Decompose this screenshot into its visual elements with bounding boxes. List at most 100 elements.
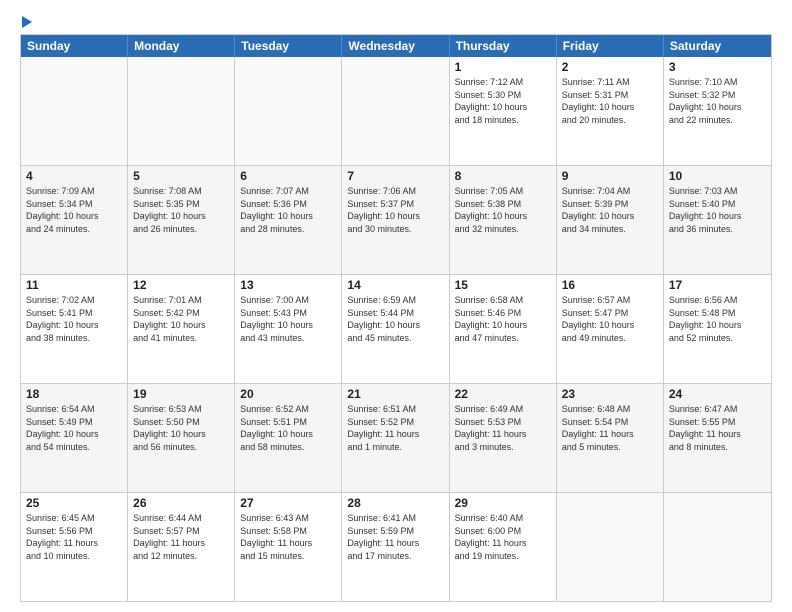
day-number: 7: [347, 169, 443, 183]
day-info: Sunrise: 6:59 AMSunset: 5:44 PMDaylight:…: [347, 294, 443, 344]
calendar-week-1: 1 Sunrise: 7:12 AMSunset: 5:30 PMDaylight…: [21, 57, 771, 165]
calendar-day-16: 16Sunrise: 6:57 AMSunset: 5:47 PMDayligh…: [557, 275, 664, 383]
day-number: 25: [26, 496, 122, 510]
header-cell-friday: Friday: [557, 35, 664, 57]
day-number: 19: [133, 387, 229, 401]
calendar-day-22: 22 Sunrise: 6:49 AMSunset: 5:53 PMDayligh…: [450, 384, 557, 492]
calendar-day-27: 27 Sunrise: 6:43 AMSunset: 5:58 PMDayligh…: [235, 493, 342, 601]
day-info: Sunrise: 7:09 AMSunset: 5:34 PMDaylight:…: [26, 185, 122, 235]
day-number: 5: [133, 169, 229, 183]
day-number: 27: [240, 496, 336, 510]
calendar-day-18: 18 Sunrise: 6:54 AMSunset: 5:49 PMDayligh…: [21, 384, 128, 492]
page: SundayMondayTuesdayWednesdayThursdayFrid…: [0, 0, 792, 612]
day-info: Sunrise: 6:41 AMSunset: 5:59 PMDaylight:…: [347, 512, 443, 562]
day-info: Sunrise: 7:06 AMSunset: 5:37 PMDaylight:…: [347, 185, 443, 235]
calendar-day-25: 25 Sunrise: 6:45 AMSunset: 5:56 PMDayligh…: [21, 493, 128, 601]
day-info: Sunrise: 7:00 AMSunset: 5:43 PMDaylight:…: [240, 294, 336, 344]
day-info: Sunrise: 7:07 AMSunset: 5:36 PMDaylight:…: [240, 185, 336, 235]
calendar-day-28: 28 Sunrise: 6:41 AMSunset: 5:59 PMDayligh…: [342, 493, 449, 601]
day-info: Sunrise: 7:03 AMSunset: 5:40 PMDaylight:…: [669, 185, 766, 235]
day-number: 12: [133, 278, 229, 292]
day-info: Sunrise: 7:01 AMSunset: 5:42 PMDaylight:…: [133, 294, 229, 344]
calendar-day-13: 13 Sunrise: 7:00 AMSunset: 5:43 PMDayligh…: [235, 275, 342, 383]
day-info: Sunrise: 7:04 AMSunset: 5:39 PMDaylight:…: [562, 185, 658, 235]
calendar-empty-cell: [557, 493, 664, 601]
day-info: Sunrise: 6:56 AMSunset: 5:48 PMDaylight:…: [669, 294, 766, 344]
header-cell-monday: Monday: [128, 35, 235, 57]
day-number: 6: [240, 169, 336, 183]
logo: [20, 16, 32, 28]
calendar-day-15: 15 Sunrise: 6:58 AMSunset: 5:46 PMDayligh…: [450, 275, 557, 383]
calendar-body: 1 Sunrise: 7:12 AMSunset: 5:30 PMDaylight…: [21, 57, 771, 601]
day-number: 23: [562, 387, 658, 401]
day-number: 4: [26, 169, 122, 183]
day-info: Sunrise: 6:43 AMSunset: 5:58 PMDaylight:…: [240, 512, 336, 562]
day-info: Sunrise: 6:54 AMSunset: 5:49 PMDaylight:…: [26, 403, 122, 453]
calendar-day-19: 19 Sunrise: 6:53 AMSunset: 5:50 PMDayligh…: [128, 384, 235, 492]
header-cell-wednesday: Wednesday: [342, 35, 449, 57]
logo-arrow-icon: [22, 16, 32, 28]
day-info: Sunrise: 6:47 AMSunset: 5:55 PMDaylight:…: [669, 403, 766, 453]
day-number: 17: [669, 278, 766, 292]
calendar-day-14: 14 Sunrise: 6:59 AMSunset: 5:44 PMDayligh…: [342, 275, 449, 383]
day-info: Sunrise: 6:48 AMSunset: 5:54 PMDaylight:…: [562, 403, 658, 453]
calendar-empty-cell: [235, 57, 342, 165]
calendar-day-4: 4 Sunrise: 7:09 AMSunset: 5:34 PMDaylight…: [21, 166, 128, 274]
day-info: Sunrise: 6:53 AMSunset: 5:50 PMDaylight:…: [133, 403, 229, 453]
calendar-day-26: 26 Sunrise: 6:44 AMSunset: 5:57 PMDayligh…: [128, 493, 235, 601]
day-number: 24: [669, 387, 766, 401]
calendar-day-20: 20 Sunrise: 6:52 AMSunset: 5:51 PMDayligh…: [235, 384, 342, 492]
calendar-day-6: 6 Sunrise: 7:07 AMSunset: 5:36 PMDaylight…: [235, 166, 342, 274]
day-info: Sunrise: 6:58 AMSunset: 5:46 PMDaylight:…: [455, 294, 551, 344]
calendar-day-11: 11Sunrise: 7:02 AMSunset: 5:41 PMDayligh…: [21, 275, 128, 383]
day-info: Sunrise: 7:02 AMSunset: 5:41 PMDaylight:…: [26, 294, 122, 344]
header-cell-sunday: Sunday: [21, 35, 128, 57]
day-number: 3: [669, 60, 766, 74]
day-number: 1: [455, 60, 551, 74]
day-number: 28: [347, 496, 443, 510]
calendar-empty-cell: [342, 57, 449, 165]
day-info: Sunrise: 6:44 AMSunset: 5:57 PMDaylight:…: [133, 512, 229, 562]
calendar-day-21: 21Sunrise: 6:51 AMSunset: 5:52 PMDayligh…: [342, 384, 449, 492]
day-number: 21: [347, 387, 443, 401]
day-number: 15: [455, 278, 551, 292]
calendar-day-24: 24 Sunrise: 6:47 AMSunset: 5:55 PMDayligh…: [664, 384, 771, 492]
day-info: Sunrise: 6:40 AMSunset: 6:00 PMDaylight:…: [455, 512, 551, 562]
day-info: Sunrise: 7:05 AMSunset: 5:38 PMDaylight:…: [455, 185, 551, 235]
calendar-day-23: 23 Sunrise: 6:48 AMSunset: 5:54 PMDayligh…: [557, 384, 664, 492]
calendar-day-12: 12 Sunrise: 7:01 AMSunset: 5:42 PMDayligh…: [128, 275, 235, 383]
calendar-day-8: 8 Sunrise: 7:05 AMSunset: 5:38 PMDaylight…: [450, 166, 557, 274]
day-number: 18: [26, 387, 122, 401]
calendar-day-2: 2Sunrise: 7:11 AMSunset: 5:31 PMDaylight…: [557, 57, 664, 165]
header: [20, 16, 772, 28]
day-info: Sunrise: 6:49 AMSunset: 5:53 PMDaylight:…: [455, 403, 551, 453]
day-number: 10: [669, 169, 766, 183]
calendar-day-7: 7 Sunrise: 7:06 AMSunset: 5:37 PMDaylight…: [342, 166, 449, 274]
day-number: 14: [347, 278, 443, 292]
calendar-day-29: 29 Sunrise: 6:40 AMSunset: 6:00 PMDayligh…: [450, 493, 557, 601]
day-number: 8: [455, 169, 551, 183]
calendar-day-5: 5 Sunrise: 7:08 AMSunset: 5:35 PMDaylight…: [128, 166, 235, 274]
day-info: Sunrise: 7:08 AMSunset: 5:35 PMDaylight:…: [133, 185, 229, 235]
header-cell-tuesday: Tuesday: [235, 35, 342, 57]
day-info: Sunrise: 6:57 AMSunset: 5:47 PMDaylight:…: [562, 294, 658, 344]
calendar-day-1: 1 Sunrise: 7:12 AMSunset: 5:30 PMDaylight…: [450, 57, 557, 165]
calendar-day-9: 9Sunrise: 7:04 AMSunset: 5:39 PMDaylight…: [557, 166, 664, 274]
day-number: 20: [240, 387, 336, 401]
day-info: Sunrise: 7:11 AMSunset: 5:31 PMDaylight:…: [562, 76, 658, 126]
calendar: SundayMondayTuesdayWednesdayThursdayFrid…: [20, 34, 772, 602]
day-info: Sunrise: 6:45 AMSunset: 5:56 PMDaylight:…: [26, 512, 122, 562]
day-number: 22: [455, 387, 551, 401]
day-info: Sunrise: 6:52 AMSunset: 5:51 PMDaylight:…: [240, 403, 336, 453]
day-number: 13: [240, 278, 336, 292]
header-cell-thursday: Thursday: [450, 35, 557, 57]
calendar-week-2: 4 Sunrise: 7:09 AMSunset: 5:34 PMDaylight…: [21, 165, 771, 274]
day-number: 26: [133, 496, 229, 510]
calendar-empty-cell: [664, 493, 771, 601]
calendar-week-4: 18 Sunrise: 6:54 AMSunset: 5:49 PMDayligh…: [21, 383, 771, 492]
day-number: 29: [455, 496, 551, 510]
day-info: Sunrise: 7:10 AMSunset: 5:32 PMDaylight:…: [669, 76, 766, 126]
calendar-week-5: 25 Sunrise: 6:45 AMSunset: 5:56 PMDayligh…: [21, 492, 771, 601]
day-info: Sunrise: 7:12 AMSunset: 5:30 PMDaylight:…: [455, 76, 551, 126]
calendar-week-3: 11Sunrise: 7:02 AMSunset: 5:41 PMDayligh…: [21, 274, 771, 383]
